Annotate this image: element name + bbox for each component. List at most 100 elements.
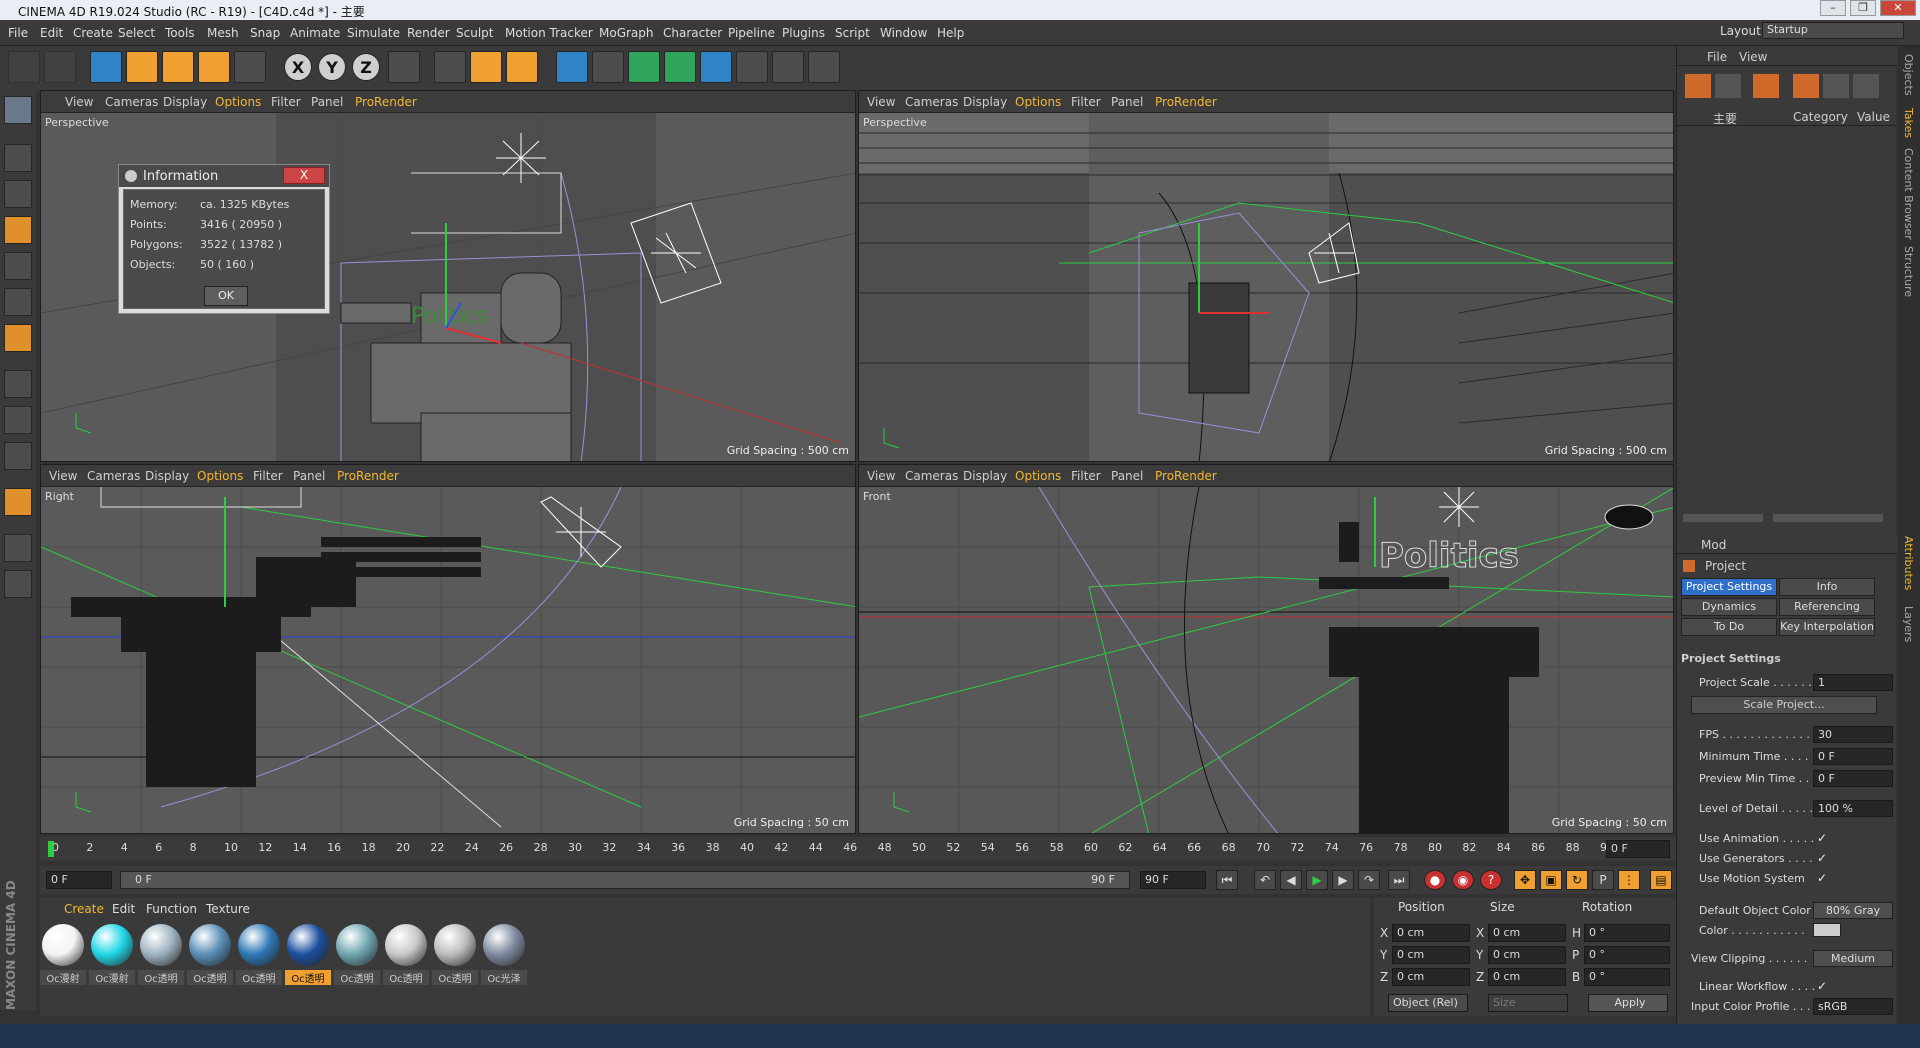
viewport-right[interactable]: View Cameras Display Options Filter Pane…: [40, 464, 856, 834]
vp-menu-display[interactable]: Display: [163, 95, 207, 109]
play-icon[interactable]: ▶: [1306, 870, 1328, 890]
key-position-icon[interactable]: ✥: [1514, 870, 1536, 890]
y-axis-toggle[interactable]: Y: [318, 53, 346, 81]
use-generators-checkbox[interactable]: ✓: [1817, 851, 1827, 865]
menu-animate[interactable]: Animate: [290, 26, 340, 40]
minimize-button[interactable]: –: [1820, 0, 1846, 16]
dialog-close-button[interactable]: X: [283, 167, 325, 184]
material-label[interactable]: Oc漫射: [40, 970, 86, 985]
move-icon[interactable]: [126, 51, 158, 83]
rotation-p-field[interactable]: 0 °: [1584, 946, 1670, 964]
vp-menu-panel[interactable]: Panel: [311, 95, 343, 109]
viewport-perspective-top-right[interactable]: View Cameras Display Options Filter Pane…: [858, 90, 1674, 462]
timeline-window-icon[interactable]: ▤: [1650, 870, 1672, 890]
size-mode-select[interactable]: Size: [1488, 994, 1568, 1012]
takes-scrollbar-right[interactable]: [1773, 514, 1883, 522]
material-thumbnail[interactable]: [483, 924, 525, 966]
color-swatch[interactable]: [1813, 923, 1841, 937]
attributes-mode-menu[interactable]: Mod: [1701, 538, 1726, 552]
undo-icon[interactable]: [8, 51, 40, 83]
solo-mode-icon[interactable]: [4, 442, 32, 470]
take-auto-icon[interactable]: [1793, 74, 1819, 98]
menu-pipeline[interactable]: Pipeline: [728, 26, 775, 40]
vp-menu-cameras[interactable]: Cameras: [905, 95, 958, 109]
vp-menu-prorender[interactable]: ProRender: [1155, 95, 1217, 109]
size-x-field[interactable]: 0 cm: [1488, 924, 1566, 942]
vp-menu-cameras[interactable]: Cameras: [905, 469, 958, 483]
menu-mograph[interactable]: MoGraph: [599, 26, 654, 40]
mat-menu-create[interactable]: Create: [64, 902, 104, 916]
override-icon[interactable]: [1753, 74, 1779, 98]
menu-snap[interactable]: Snap: [250, 26, 280, 40]
cloner-icon[interactable]: [664, 51, 696, 83]
vp-menu-panel[interactable]: Panel: [1111, 95, 1143, 109]
menu-script[interactable]: Script: [835, 26, 870, 40]
timeline-playhead[interactable]: [48, 841, 54, 857]
minimum-time-field[interactable]: 0 F: [1813, 748, 1893, 765]
locked-workplane-icon[interactable]: [4, 534, 32, 562]
render-picture-viewer-icon[interactable]: [470, 51, 502, 83]
take-main-label[interactable]: 主要: [1713, 110, 1737, 127]
side-tab-structure[interactable]: Structure: [1902, 246, 1915, 297]
points-mode-icon[interactable]: [4, 252, 32, 280]
edges-mode-icon[interactable]: [4, 288, 32, 316]
tab-to-do[interactable]: To Do: [1681, 618, 1777, 636]
timeline-ruler[interactable]: 0 2 4 6 8 10 12 14 16 18 20 22 24 26 28 30 32 34 36 38 40 42 4…: [40, 837, 1676, 861]
subdivision-icon[interactable]: [628, 51, 660, 83]
vp-menu-options[interactable]: Options: [215, 95, 261, 109]
material-label[interactable]: Oc透明: [187, 970, 233, 985]
next-key-icon[interactable]: ↷: [1358, 870, 1380, 890]
use-motion-system-checkbox[interactable]: ✓: [1817, 871, 1827, 885]
render-settings-icon[interactable]: [506, 51, 538, 83]
mat-menu-edit[interactable]: Edit: [112, 902, 135, 916]
keyframe-selection-icon[interactable]: ?: [1480, 870, 1502, 890]
vp-menu-display[interactable]: Display: [963, 469, 1007, 483]
position-z-field[interactable]: 0 cm: [1392, 968, 1470, 986]
view-clipping-select[interactable]: Medium: [1813, 950, 1893, 967]
vp-menu-display[interactable]: Display: [963, 95, 1007, 109]
light-icon[interactable]: [808, 51, 840, 83]
vp-menu-view[interactable]: View: [867, 469, 895, 483]
scale-project-button[interactable]: Scale Project...: [1691, 696, 1877, 714]
objects-menu-view[interactable]: View: [1739, 50, 1767, 64]
menu-motion-tracker[interactable]: Motion Tracker: [505, 26, 593, 40]
range-slider[interactable]: 0 F 90 F: [120, 871, 1130, 889]
tab-referencing[interactable]: Referencing: [1779, 598, 1875, 616]
material-thumbnail[interactable]: [238, 924, 280, 966]
material-thumbnail[interactable]: [385, 924, 427, 966]
material-thumbnail[interactable]: [287, 924, 329, 966]
vp-menu-prorender[interactable]: ProRender: [355, 95, 417, 109]
mat-menu-function[interactable]: Function: [146, 902, 197, 916]
coordinate-system-icon[interactable]: [388, 51, 420, 83]
material-label[interactable]: Oc透明: [236, 970, 282, 985]
vp-menu-panel[interactable]: Panel: [293, 469, 325, 483]
takes-scrollbar[interactable]: [1683, 514, 1763, 522]
vp-menu-filter[interactable]: Filter: [271, 95, 301, 109]
material-label[interactable]: Oc透明: [432, 970, 478, 985]
camera-icon[interactable]: [772, 51, 804, 83]
live-selection-icon[interactable]: [90, 51, 122, 83]
side-tab-content-browser[interactable]: Content Browser: [1902, 148, 1915, 240]
render-take-icon[interactable]: [1823, 74, 1849, 98]
current-frame-field[interactable]: 0 F: [1606, 840, 1670, 858]
record-keys-icon[interactable]: ●: [1424, 870, 1446, 890]
material-label[interactable]: Oc透明: [334, 970, 380, 985]
close-window-button[interactable]: ✕: [1880, 0, 1916, 16]
vp-menu-options[interactable]: Options: [197, 469, 243, 483]
render-view-icon[interactable]: [434, 51, 466, 83]
side-tab-layers[interactable]: Layers: [1902, 606, 1915, 642]
menu-render[interactable]: Render: [407, 26, 450, 40]
workplane-mode-icon[interactable]: [4, 216, 32, 244]
recent-tools-icon[interactable]: [234, 51, 266, 83]
menu-create[interactable]: Create: [73, 26, 113, 40]
position-y-field[interactable]: 0 cm: [1392, 946, 1470, 964]
coordinate-mode-select[interactable]: Object (Rel): [1388, 994, 1468, 1012]
vp-menu-panel[interactable]: Panel: [1111, 469, 1143, 483]
take-add-icon[interactable]: [1685, 74, 1711, 98]
material-label[interactable]: Oc光泽: [481, 970, 527, 985]
tab-key-interpolation[interactable]: Key Interpolation: [1779, 618, 1875, 636]
objects-menu-file[interactable]: File: [1707, 50, 1727, 64]
go-to-start-icon[interactable]: ⏮: [1216, 870, 1238, 890]
material-label[interactable]: Oc透明: [285, 970, 331, 985]
menu-select[interactable]: Select: [118, 26, 155, 40]
